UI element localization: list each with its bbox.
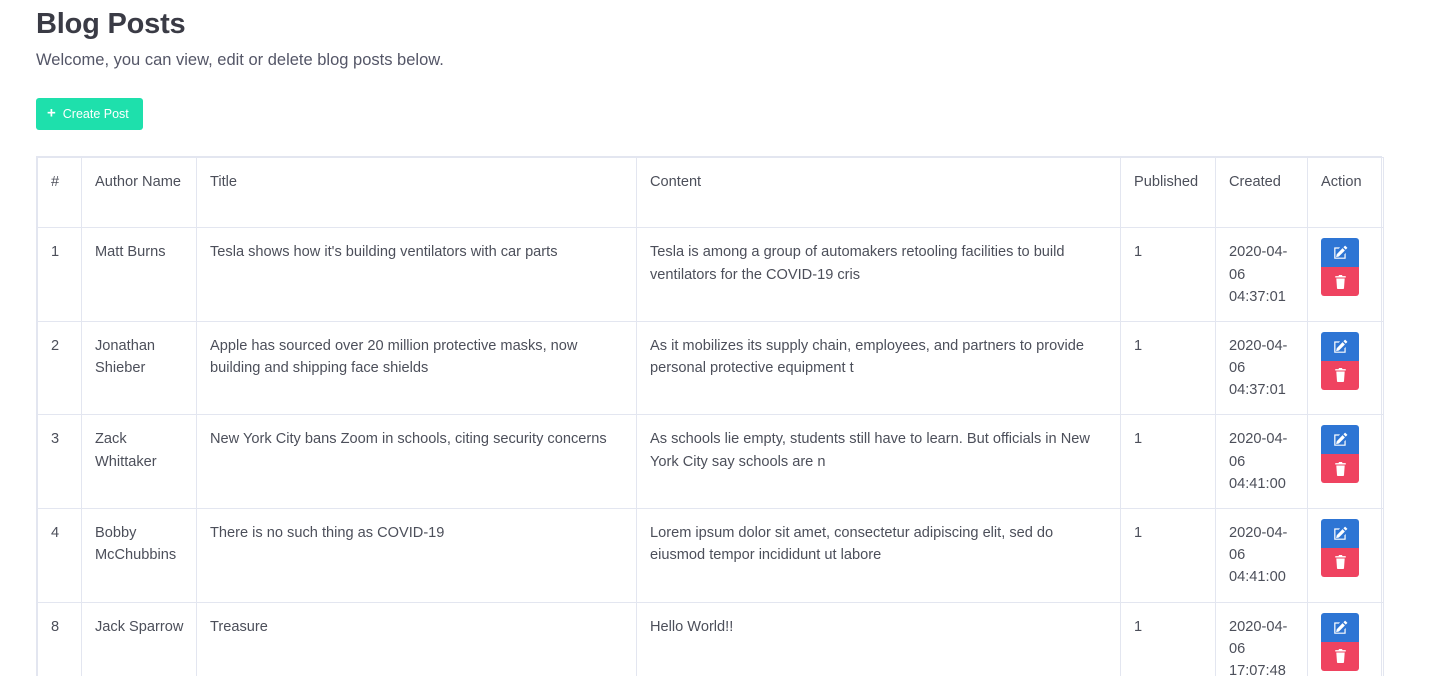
page-subtitle: Welcome, you can view, edit or delete bl…	[36, 51, 444, 70]
cell-content: As schools lie empty, students still hav…	[636, 414, 1121, 509]
column-header-number: #	[37, 157, 82, 229]
edit-post-button[interactable]	[1321, 612, 1359, 642]
delete-post-button[interactable]	[1321, 641, 1359, 671]
edit-post-button[interactable]	[1321, 238, 1359, 268]
cell-author: Jonathan Shieber	[81, 320, 197, 416]
page-title: Blog Posts	[36, 8, 186, 40]
blog-posts-page: Blog Posts Welcome, you can view, edit o…	[0, 0, 1456, 676]
cell-published: 1	[1120, 507, 1216, 603]
action-button-group	[1321, 612, 1359, 671]
edit-pencil-square-icon	[1333, 339, 1348, 354]
cell-published: 1	[1120, 320, 1216, 416]
delete-post-button[interactable]	[1321, 360, 1359, 390]
edit-post-button[interactable]	[1321, 331, 1359, 361]
column-header-action: Action	[1307, 157, 1384, 229]
column-header-title: Title	[196, 157, 637, 229]
cell-author: Matt Burns	[81, 227, 197, 322]
trash-icon	[1334, 649, 1347, 663]
edit-post-button[interactable]	[1321, 425, 1359, 455]
delete-post-button[interactable]	[1321, 547, 1359, 577]
edit-post-button[interactable]	[1321, 518, 1359, 548]
cell-published: 1	[1120, 601, 1216, 676]
table-row: 2 Jonathan Shieber Apple has sourced ove…	[37, 320, 1384, 416]
cell-content: As it mobilizes its supply chain, employ…	[636, 320, 1121, 416]
cell-author: Bobby McChubbins	[81, 507, 197, 603]
cell-content: Lorem ipsum dolor sit amet, consectetur …	[636, 507, 1121, 603]
action-button-group	[1321, 425, 1359, 484]
cell-published: 1	[1120, 227, 1216, 322]
action-button-group	[1321, 238, 1359, 297]
edit-pencil-square-icon	[1333, 245, 1348, 260]
cell-created: 2020-04-06 04:37:01	[1215, 320, 1308, 416]
table-row: 1 Matt Burns Tesla shows how it's buildi…	[37, 227, 1384, 322]
cell-action	[1307, 227, 1384, 322]
edit-pencil-square-icon	[1333, 526, 1348, 541]
action-button-group	[1321, 331, 1359, 390]
cell-number: 3	[37, 414, 82, 509]
create-post-label: Create Post	[62, 106, 129, 121]
cell-created: 2020-04-06 04:37:01	[1215, 227, 1308, 322]
cell-number: 4	[37, 507, 82, 603]
table-row: 8 Jack Sparrow Treasure Hello World!! 1 …	[37, 601, 1384, 676]
trash-icon	[1334, 461, 1347, 476]
edit-pencil-square-icon	[1333, 432, 1348, 447]
cell-published: 1	[1120, 414, 1216, 509]
table-row: 3 Zack Whittaker New York City bans Zoom…	[37, 414, 1384, 509]
cell-action	[1307, 414, 1384, 509]
plus-icon: +	[47, 104, 56, 122]
cell-content: Tesla is among a group of automakers ret…	[636, 227, 1121, 322]
column-header-content: Content	[636, 157, 1121, 229]
toolbar: + Create Post	[36, 98, 1456, 131]
cell-created: 2020-04-06 17:07:48	[1215, 601, 1308, 676]
cell-title: Tesla shows how it's building ventilator…	[196, 227, 637, 322]
blog-posts-table-container: # Author Name Title Content Published Cr…	[36, 156, 1384, 676]
action-button-group	[1321, 518, 1359, 577]
table-header-row: # Author Name Title Content Published Cr…	[37, 157, 1384, 229]
table-row: 4 Bobby McChubbins There is no such thin…	[37, 507, 1384, 603]
column-header-author: Author Name	[81, 157, 197, 229]
cell-author: Jack Sparrow	[81, 601, 197, 676]
cell-author: Zack Whittaker	[81, 414, 197, 509]
cell-action	[1307, 601, 1384, 676]
cell-action	[1307, 320, 1384, 416]
delete-post-button[interactable]	[1321, 454, 1359, 484]
cell-action	[1307, 507, 1384, 603]
create-post-button[interactable]: + Create Post	[36, 98, 143, 131]
trash-icon	[1334, 555, 1347, 570]
cell-number: 2	[37, 320, 82, 416]
edit-pencil-square-icon	[1333, 620, 1348, 635]
column-header-created: Created	[1215, 157, 1308, 229]
cell-created: 2020-04-06 04:41:00	[1215, 507, 1308, 603]
delete-post-button[interactable]	[1321, 267, 1359, 297]
cell-title: New York City bans Zoom in schools, citi…	[196, 414, 637, 509]
cell-created: 2020-04-06 04:41:00	[1215, 414, 1308, 509]
column-header-published: Published	[1120, 157, 1216, 229]
cell-title: Apple has sourced over 20 million protec…	[196, 320, 637, 416]
trash-icon	[1334, 368, 1347, 383]
cell-number: 1	[37, 227, 82, 322]
cell-title: There is no such thing as COVID-19	[196, 507, 637, 603]
cell-content: Hello World!!	[636, 601, 1121, 676]
cell-number: 8	[37, 601, 82, 676]
cell-title: Treasure	[196, 601, 637, 676]
blog-posts-table: # Author Name Title Content Published Cr…	[37, 157, 1384, 676]
trash-icon	[1334, 274, 1347, 289]
table-header: # Author Name Title Content Published Cr…	[37, 157, 1384, 229]
table-body: 1 Matt Burns Tesla shows how it's buildi…	[37, 227, 1384, 676]
